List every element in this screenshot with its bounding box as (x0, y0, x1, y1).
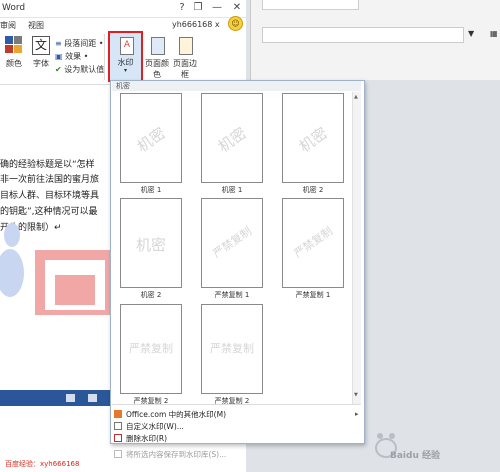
ribbon-separator (104, 34, 105, 80)
page-border-icon[interactable] (179, 37, 193, 55)
watermark-thumbnail[interactable]: 机密 (120, 198, 182, 288)
user-name[interactable]: yh666168 x (172, 20, 220, 29)
font-label[interactable]: 字体 (30, 58, 52, 69)
baidu-logo-watermark (0, 223, 110, 315)
title-bar (0, 0, 246, 18)
dropdown-arrow-icon: ▾ (123, 67, 127, 74)
gallery-header-label: 机密 (116, 82, 130, 90)
watermark-preview-text: 严禁复制 (291, 224, 336, 261)
document-line-3: 目标人群、目标环境等具 (0, 191, 100, 201)
help-button[interactable]: ? (176, 2, 188, 13)
check-icon: ✔ (55, 65, 62, 74)
ribbon-display-icon[interactable]: ❐ (192, 2, 204, 13)
watermark-thumbnail[interactable]: 机密 (282, 93, 344, 183)
watermark-thumbnail[interactable]: 机密 (120, 93, 182, 183)
menu-custom-watermark[interactable]: 自定义水印(W)... (114, 421, 184, 433)
gallery-scrollbar[interactable]: ▲ ▼ (352, 92, 361, 404)
effects-icon: ▣ (55, 52, 63, 61)
page-border-label[interactable]: 页面边框 (170, 58, 200, 80)
remove-watermark-icon (114, 434, 122, 442)
watermark-thumbnail-label: 严禁复制 1 (295, 291, 331, 299)
watermark-preview-text: 严禁复制 (210, 224, 255, 261)
watermark-preview-text: 严禁复制 (210, 342, 254, 355)
print-layout-icon[interactable] (88, 394, 97, 402)
read-mode-icon[interactable] (66, 394, 75, 402)
watermark-preview-text: 严禁复制 (129, 342, 173, 355)
page-color-label[interactable]: 页面颜色 (142, 58, 172, 80)
remove-watermark-label: 删除水印(R) (126, 434, 168, 443)
baidu-jingyan-watermark (375, 433, 397, 458)
menu-remove-watermark[interactable]: 删除水印(R) (114, 433, 167, 445)
watermark-preview-text: 机密 (295, 123, 331, 156)
watermark-thumbnail[interactable]: 严禁复制 (282, 198, 344, 288)
grid-icon[interactable]: ▦ (490, 29, 498, 38)
colors-label[interactable]: 颜色 (3, 58, 25, 69)
watermark-preview-text: 机密 (214, 123, 250, 156)
watermark-thumbnail[interactable]: 严禁复制 (201, 198, 263, 288)
minimize-button[interactable]: — (211, 2, 223, 13)
save-to-gallery-label: 将所选内容保存到水印库(S)... (126, 450, 227, 459)
watermark-preview-text: 机密 (135, 236, 166, 254)
gallery-header: 机密 (112, 81, 361, 91)
dropdown-arrow-icon[interactable]: ▼ (468, 29, 474, 38)
watermark-thumbnail[interactable]: 严禁复制 (120, 304, 182, 394)
custom-watermark-label: 自定义水印(W)... (126, 422, 184, 431)
colors-icon[interactable] (5, 36, 23, 54)
menu-save-to-gallery[interactable]: 将所选内容保存到水印库(S)... (114, 449, 226, 461)
document-line-1: 确的经验标题是以“怎样 (0, 160, 95, 170)
submenu-arrow-icon: ▸ (355, 410, 359, 418)
scroll-down-icon[interactable]: ▼ (354, 392, 358, 398)
close-button[interactable]: ✕ (231, 2, 243, 13)
office-icon (114, 410, 122, 418)
window-title: Word (2, 3, 26, 13)
menu-more-watermarks[interactable]: Office.com 中的其他水印(M) (114, 409, 226, 421)
watermark-thumbnail-label: 机密 2 (302, 186, 324, 194)
menu-separator (112, 404, 361, 405)
tab-review[interactable]: 审阅 (0, 20, 16, 31)
watermark-thumbnail[interactable]: 严禁复制 (201, 304, 263, 394)
effects-button[interactable]: ▣ 效果 • (55, 51, 88, 62)
paragraph-spacing-label: 段落间距 • (64, 39, 104, 48)
watermark-button[interactable]: A 水印 ▾ (108, 31, 143, 82)
more-watermarks-label: Office.com 中的其他水印(M) (126, 410, 227, 419)
watermark-thumbnail-label: 严禁复制 1 (214, 291, 250, 299)
brand-text: Baidu 经验 (390, 451, 441, 461)
paragraph-spacing-icon: ≡ (55, 39, 62, 48)
scroll-up-icon[interactable]: ▲ (354, 94, 358, 100)
background-address-bar[interactable] (262, 27, 464, 43)
paragraph-spacing-button[interactable]: ≡ 段落间距 • (55, 38, 104, 49)
watermark-icon: A (120, 37, 134, 55)
smiley-icon[interactable]: ☺ (228, 16, 243, 31)
effects-label: 效果 • (65, 52, 89, 61)
set-default-label: 设为默认值 (64, 65, 105, 74)
background-tab[interactable] (262, 0, 359, 10)
tab-view[interactable]: 视图 (28, 20, 44, 31)
watermark-thumbnail[interactable]: 机密 (201, 93, 263, 183)
page-color-icon[interactable] (151, 37, 165, 55)
custom-watermark-icon (114, 422, 122, 430)
save-gallery-icon (114, 450, 122, 458)
watermark-thumbnail-label: 机密 1 (140, 186, 162, 194)
watermark-thumbnail-label: 机密 1 (221, 186, 243, 194)
set-default-button[interactable]: ✔ 设为默认值 (55, 64, 104, 75)
document-line-2: 非一次前往法国的蜜月旅 (0, 175, 100, 185)
font-icon[interactable]: 文 (32, 36, 50, 55)
footer-attribution: 百度经验：xyh666168 (5, 460, 80, 468)
watermark-preview-text: 机密 (133, 123, 169, 156)
watermark-thumbnail-label: 机密 2 (140, 291, 162, 299)
